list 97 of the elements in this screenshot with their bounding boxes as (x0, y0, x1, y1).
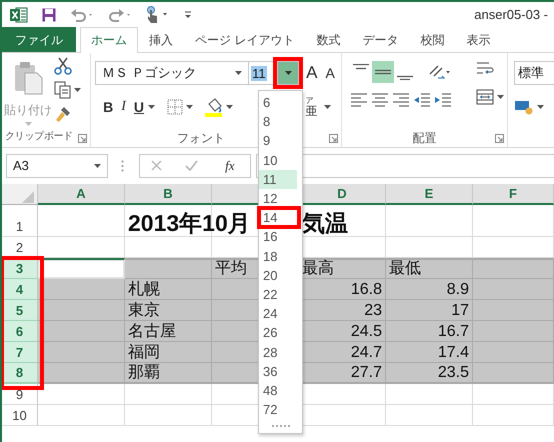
column-header[interactable]: A (38, 184, 125, 205)
grip-icon[interactable] (121, 160, 124, 172)
active-cell[interactable] (38, 258, 125, 279)
dropdown-item[interactable]: 6 (259, 93, 297, 112)
table-cell: 17.4 (386, 342, 473, 363)
caret-icon[interactable] (537, 105, 544, 109)
dropdown-item[interactable]: 24 (259, 304, 297, 324)
underline-button[interactable]: U (130, 97, 148, 117)
caret-icon[interactable] (226, 105, 234, 109)
cut-icon[interactable] (54, 57, 72, 75)
resize-grip-icon[interactable] (270, 425, 290, 428)
copy-icon[interactable] (54, 81, 71, 99)
touch-mode-icon[interactable] (146, 6, 170, 24)
save-icon[interactable] (42, 8, 56, 22)
customize-icon[interactable] (184, 11, 192, 19)
shrink-font-button[interactable]: A (321, 63, 339, 83)
currency-icon[interactable] (514, 99, 534, 115)
row-header[interactable]: 4 (2, 279, 38, 300)
indent-icon[interactable] (434, 93, 452, 107)
dropdown-item[interactable]: 48 (259, 380, 297, 400)
caret-icon[interactable] (324, 105, 331, 109)
dialog-launcher-icon[interactable] (328, 134, 338, 143)
italic-button[interactable]: I (117, 97, 130, 117)
dropdown-item[interactable]: 16 (259, 227, 297, 246)
file-tab[interactable]: ファイル (2, 27, 76, 52)
caret-icon[interactable] (284, 71, 292, 75)
dropdown-item[interactable]: 22 (259, 284, 297, 304)
font-name-field[interactable]: ＭＳ Ｐゴシック (95, 61, 250, 85)
caret-icon[interactable] (235, 71, 242, 75)
caret-icon[interactable] (94, 164, 101, 168)
align-right-icon[interactable] (392, 93, 410, 107)
bold-button[interactable]: B (99, 97, 118, 117)
row-header[interactable]: 6 (2, 321, 38, 342)
align-left-icon[interactable] (350, 93, 368, 107)
group-label: フォント (176, 130, 225, 147)
row-header[interactable]: 10 (2, 405, 38, 426)
table-cell: 那覇 (125, 363, 212, 384)
table-cell: 23.5 (386, 363, 473, 384)
column-header[interactable]: E (386, 184, 473, 205)
orientation-icon[interactable] (428, 64, 450, 80)
dropdown-item[interactable]: 72 (259, 400, 297, 420)
table-cell: 名古屋 (125, 321, 212, 342)
window-title: anser05-03 - (474, 6, 549, 24)
table-cell: 最低 (386, 258, 473, 279)
table-cell: 16.7 (386, 321, 473, 342)
tab[interactable]: ページ レイアウト (184, 27, 306, 52)
table-cell: 東京 (125, 300, 212, 321)
tab[interactable]: 挿入 (138, 27, 184, 52)
wrap-text-icon[interactable] (476, 61, 494, 77)
dropdown-item[interactable]: 36 (259, 362, 297, 381)
caret-icon[interactable] (186, 105, 194, 109)
dropdown-item[interactable]: 11 (259, 170, 297, 189)
caret-icon[interactable] (74, 88, 81, 92)
title-text: 2013年10月 (128, 210, 251, 236)
row-header[interactable]: 7 (2, 342, 38, 363)
merge-cells-icon[interactable] (476, 89, 494, 105)
redo-icon[interactable] (108, 8, 132, 22)
row-header[interactable]: 8 (2, 363, 38, 384)
table-cell: 札幌 (125, 279, 212, 300)
dropdown-item[interactable]: 26 (259, 323, 297, 342)
format-painter-icon[interactable] (54, 105, 72, 123)
grow-font-button[interactable]: A (302, 63, 322, 83)
dropdown-item[interactable]: 14 (259, 208, 299, 228)
dialog-launcher-icon[interactable] (78, 134, 88, 143)
number-format-field[interactable]: 標準 (514, 61, 554, 85)
row-header[interactable]: 1 (2, 205, 38, 237)
caret-icon[interactable] (497, 95, 504, 99)
group-label: クリップボード (5, 130, 73, 144)
tab[interactable]: ホーム (80, 27, 138, 53)
dialog-launcher-icon[interactable] (495, 134, 504, 143)
insert-function-button[interactable]: fx (221, 156, 239, 176)
dropdown-item[interactable]: 28 (259, 342, 297, 362)
app-icon[interactable] (10, 7, 28, 23)
outdent-icon[interactable] (412, 93, 431, 107)
group-label: 配置 (412, 130, 436, 147)
tab[interactable]: 数式 (305, 27, 352, 52)
tab[interactable]: 表示 (455, 27, 502, 52)
dropdown-item[interactable]: 12 (259, 188, 297, 208)
column-header[interactable]: F (473, 184, 554, 205)
dropdown-item[interactable]: 10 (259, 150, 297, 170)
phonetic-button[interactable]: ア 亜 (306, 97, 318, 117)
dropdown-item[interactable]: 9 (259, 131, 297, 151)
borders-icon[interactable] (167, 99, 184, 115)
column-header[interactable]: B (125, 184, 212, 205)
dropdown-item[interactable]: 8 (259, 112, 297, 132)
title-text: 気温 (302, 210, 348, 236)
tab[interactable]: データ (351, 27, 410, 52)
table-cell: 福岡 (125, 342, 212, 363)
table-cell: 17 (386, 300, 473, 321)
tab[interactable]: 校閲 (409, 27, 456, 52)
caret-icon[interactable] (148, 105, 156, 109)
align-center-icon[interactable] (370, 93, 389, 107)
fill-color-icon[interactable] (205, 98, 224, 116)
undo-icon[interactable] (70, 8, 94, 22)
name-box[interactable]: A3 (6, 154, 108, 178)
row-header[interactable]: 5 (2, 300, 38, 321)
table-cell: 8.9 (386, 279, 473, 300)
